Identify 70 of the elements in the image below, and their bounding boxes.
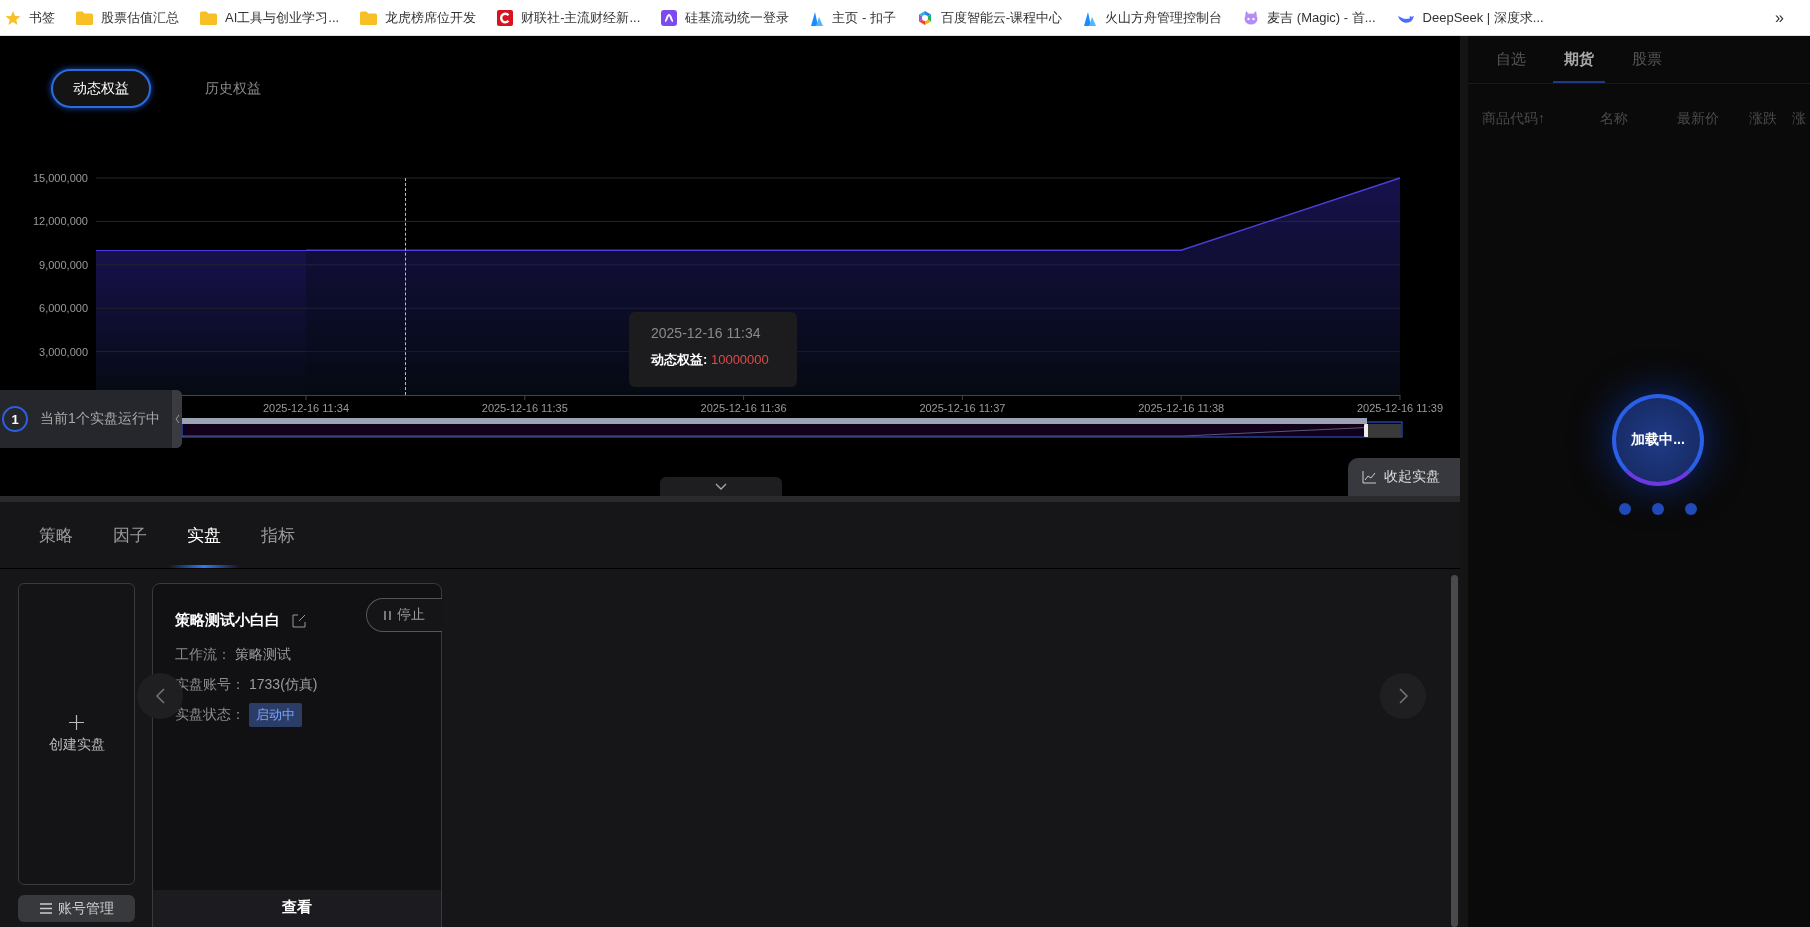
y-axis-label: 15,000,000	[32, 172, 88, 184]
field-label: 实盘状态：	[175, 706, 245, 724]
flow-logo-icon	[661, 9, 678, 26]
bookmark[interactable]: DeepSeek | 深度求...	[1396, 8, 1544, 27]
running-text: 当前1个实盘运行中	[40, 410, 160, 428]
section-tab[interactable]: 策略	[21, 502, 91, 568]
tooltip-time: 2025-12-16 11:34	[651, 325, 762, 341]
plus-icon	[69, 714, 84, 730]
count-badge: 1	[2, 406, 28, 432]
edit-icon	[292, 613, 306, 628]
bookmark[interactable]: 硅基流动统一登录	[661, 8, 790, 27]
stop-button[interactable]: 停止	[366, 598, 442, 632]
x-axis-label: 2025-12-16 11:39	[1357, 402, 1443, 414]
chevron-left-icon	[172, 390, 182, 448]
zoom-slider[interactable]	[181, 418, 1403, 438]
collapse-handle[interactable]	[660, 477, 782, 496]
create-card[interactable]: 创建实盘	[18, 583, 135, 885]
collapse-button[interactable]: 收起实盘	[1348, 458, 1460, 496]
list-icon	[39, 903, 52, 914]
bookmark[interactable]: 火山方舟管理控制台	[1083, 8, 1223, 27]
x-axis-label: 2025-12-16 11:37	[919, 402, 1006, 414]
account-button[interactable]: 账号管理	[18, 895, 135, 922]
bookmark[interactable]: AI工具与创业学习...	[200, 8, 340, 27]
y-axis-label: 3,000,000	[39, 345, 88, 358]
bookmark[interactable]: 财联社-主流财经新...	[497, 8, 641, 27]
status-badge: 启动中	[249, 703, 302, 727]
chevron-left-icon	[155, 688, 165, 704]
c-logo-icon	[497, 9, 514, 26]
section-tab[interactable]: 因子	[95, 502, 165, 568]
scrollbar[interactable]	[1451, 575, 1458, 927]
more-bookmarks-button[interactable]: »	[1775, 8, 1784, 27]
bookmark[interactable]: 主页 - 扣子	[810, 8, 896, 27]
loading-spinner: 加载中...	[1612, 394, 1704, 486]
market-tab[interactable]: 期货	[1553, 36, 1605, 83]
x-axis-label: 2025-12-16 11:36	[700, 402, 787, 414]
bookmark[interactable]: 龙虎榜席位开发	[360, 8, 477, 27]
equity-tab[interactable]: 动态权益	[51, 69, 151, 108]
field-label: 工作流：	[175, 646, 231, 664]
folder-icon	[360, 10, 378, 25]
bookmark[interactable]: 百度智能云-课程中心	[916, 8, 1063, 27]
view-button[interactable]: 查看	[153, 890, 441, 927]
y-axis-label: 9,000,000	[39, 258, 88, 271]
creature-icon	[1243, 9, 1260, 26]
pause-icon	[384, 610, 391, 620]
x-axis-label: 2025-12-16 11:34	[263, 402, 349, 414]
tooltip-value: 动态权益: 10000000	[651, 352, 769, 367]
folder-icon	[200, 10, 217, 25]
section-tab[interactable]: 实盘	[169, 502, 239, 568]
field-value: 策略测试	[235, 646, 291, 664]
strategy-name: 策略测试小白白	[175, 611, 280, 630]
bookmark[interactable]: 书签	[5, 8, 55, 27]
bookmark[interactable]: 股票估值汇总	[76, 8, 179, 27]
folder-icon	[76, 10, 93, 25]
hexagon-icon	[916, 9, 933, 26]
chevron-right-icon	[1398, 688, 1408, 704]
x-axis-label: 2025-12-16 11:38	[1138, 402, 1225, 414]
next-button[interactable]	[1380, 673, 1426, 719]
bookmark[interactable]: 麦吉 (Magic) - 首...	[1243, 8, 1376, 27]
line-chart-icon	[1362, 470, 1376, 484]
y-axis-label: 12,000,000	[32, 215, 88, 228]
running-indicator[interactable]: 1 当前1个实盘运行中	[0, 390, 182, 448]
create-label: 创建实盘	[48, 735, 105, 754]
equity-tab[interactable]: 历史权益	[183, 69, 283, 108]
x-axis-label: 2025-12-16 11:35	[481, 402, 568, 414]
y-axis-label: 6,000,000	[39, 302, 88, 315]
chevron-down-icon	[715, 482, 727, 491]
loading-dots-icon	[1618, 502, 1698, 516]
star-icon	[5, 9, 21, 26]
field-value: 1733(仿真)	[249, 676, 318, 694]
section-tab[interactable]: 指标	[243, 502, 313, 568]
